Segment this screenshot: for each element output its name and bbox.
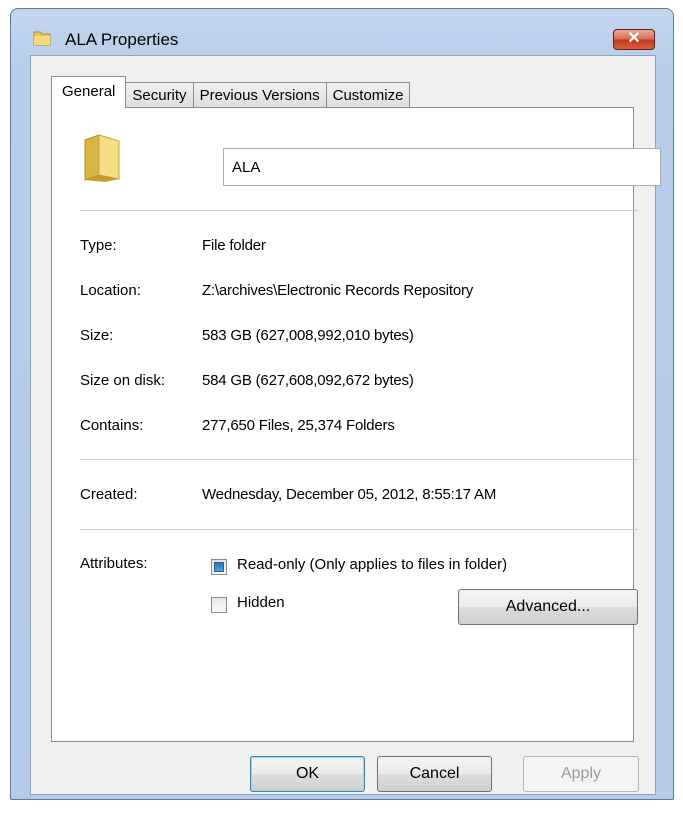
close-button[interactable]: ✕ [613,29,655,50]
size-on-disk-label: Size on disk: [80,372,166,389]
title-bar[interactable]: ALA Properties ✕ [11,9,673,50]
folder-name-input[interactable] [223,148,661,186]
ok-button[interactable]: OK [250,756,365,792]
tab-customize[interactable]: Customize [325,82,411,108]
hidden-checkbox[interactable] [211,597,227,613]
hidden-label[interactable]: Hidden [237,594,285,611]
attributes-label: Attributes: [80,555,148,572]
type-label: Type: [80,237,117,254]
cancel-button[interactable]: Cancel [377,756,492,792]
readonly-label[interactable]: Read-only (Only applies to files in fold… [237,556,507,573]
dialog-client-area: General Security Previous Versions Custo… [30,55,661,795]
apply-button[interactable]: Apply [523,756,639,792]
contains-label: Contains: [80,417,144,434]
tab-strip: General Security Previous Versions Custo… [51,76,411,108]
created-value: Wednesday, December 05, 2012, 8:55:17 AM [202,486,497,503]
location-label: Location: [80,282,141,299]
tab-general[interactable]: General [51,76,127,108]
size-value: 583 GB (627,008,992,010 bytes) [202,327,414,344]
contains-value: 277,650 Files, 25,374 Folders [202,417,395,434]
general-tab-panel: Type: File folder Location: Z:\archives\… [51,107,661,742]
folder-icon [84,134,120,182]
divider [80,459,638,460]
created-label: Created: [80,486,138,503]
tab-security[interactable]: Security [125,82,194,108]
location-value: Z:\archives\Electronic Records Repositor… [202,282,474,299]
properties-window: ALA Properties ✕ General Security Previo… [10,8,674,800]
size-on-disk-value: 584 GB (627,608,092,672 bytes) [202,372,414,389]
size-label: Size: [80,327,114,344]
advanced-button[interactable]: Advanced... [458,589,638,625]
folder-icon [33,31,51,46]
type-value: File folder [202,237,266,254]
divider [80,210,638,211]
readonly-checkbox[interactable] [211,559,227,575]
tab-previous-versions[interactable]: Previous Versions [192,82,327,108]
divider [80,529,638,530]
window-title: ALA Properties [65,30,179,49]
